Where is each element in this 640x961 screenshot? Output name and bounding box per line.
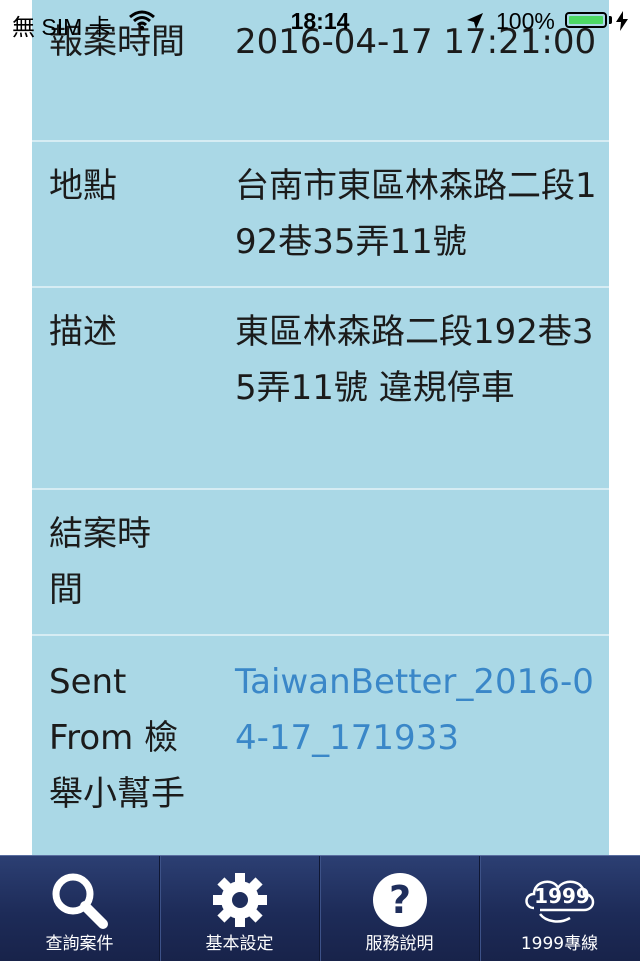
row-value: 東區林森路二段192巷35弄11號 違規停車 xyxy=(235,312,594,408)
help-icon: ? xyxy=(320,870,479,930)
status-bar: 無 SIM 卡 18:14 100% xyxy=(0,0,640,40)
search-icon xyxy=(0,870,159,930)
row-label: 地點 xyxy=(49,166,117,206)
tab-search-case[interactable]: 查詢案件 xyxy=(0,856,160,961)
table-row: Sent From 檢舉小幫手 TaiwanBetter_2016-04-17_… xyxy=(32,636,609,856)
charging-bolt-icon xyxy=(616,10,628,37)
row-label: Sent From 檢舉小幫手 xyxy=(49,662,185,814)
svg-text:?: ? xyxy=(388,878,410,922)
tab-label: 查詢案件 xyxy=(45,934,114,954)
battery-percent: 100% xyxy=(496,8,555,34)
battery-icon xyxy=(565,12,607,28)
tab-hotline-1999[interactable]: 1999 1999專線 xyxy=(480,856,639,961)
tab-help[interactable]: ? 服務說明 xyxy=(320,856,480,961)
battery-tip xyxy=(609,16,612,24)
table-row: 結案時間 xyxy=(32,490,609,636)
table-row: 地點 台南市東區林森路二段192巷35弄11號 xyxy=(32,142,609,288)
source-link[interactable]: TaiwanBetter_2016-04-17_171933 xyxy=(235,654,600,766)
tab-bar: 查詢案件 基本設定 ? 服務說明 1999 1999專線 xyxy=(0,855,640,961)
tab-settings[interactable]: 基本設定 xyxy=(160,856,320,961)
tab-label: 服務說明 xyxy=(365,934,434,954)
tab-label: 基本設定 xyxy=(205,934,274,954)
table-row: 描述 東區林森路二段192巷35弄11號 違規停車 xyxy=(32,288,609,490)
case-detail-table[interactable]: 報案時間 2016-04-17 17:21:00 地點 台南市東區林森路二段19… xyxy=(32,0,609,856)
location-arrow-icon xyxy=(465,10,485,37)
svg-text:1999: 1999 xyxy=(534,884,590,908)
hotline-1999-icon: 1999 xyxy=(480,870,639,930)
tab-label: 1999專線 xyxy=(520,934,599,954)
row-label: 結案時間 xyxy=(49,514,151,610)
row-label: 描述 xyxy=(49,312,117,352)
gear-icon xyxy=(160,870,319,930)
row-value: 台南市東區林森路二段192巷35弄11號 xyxy=(235,166,597,262)
